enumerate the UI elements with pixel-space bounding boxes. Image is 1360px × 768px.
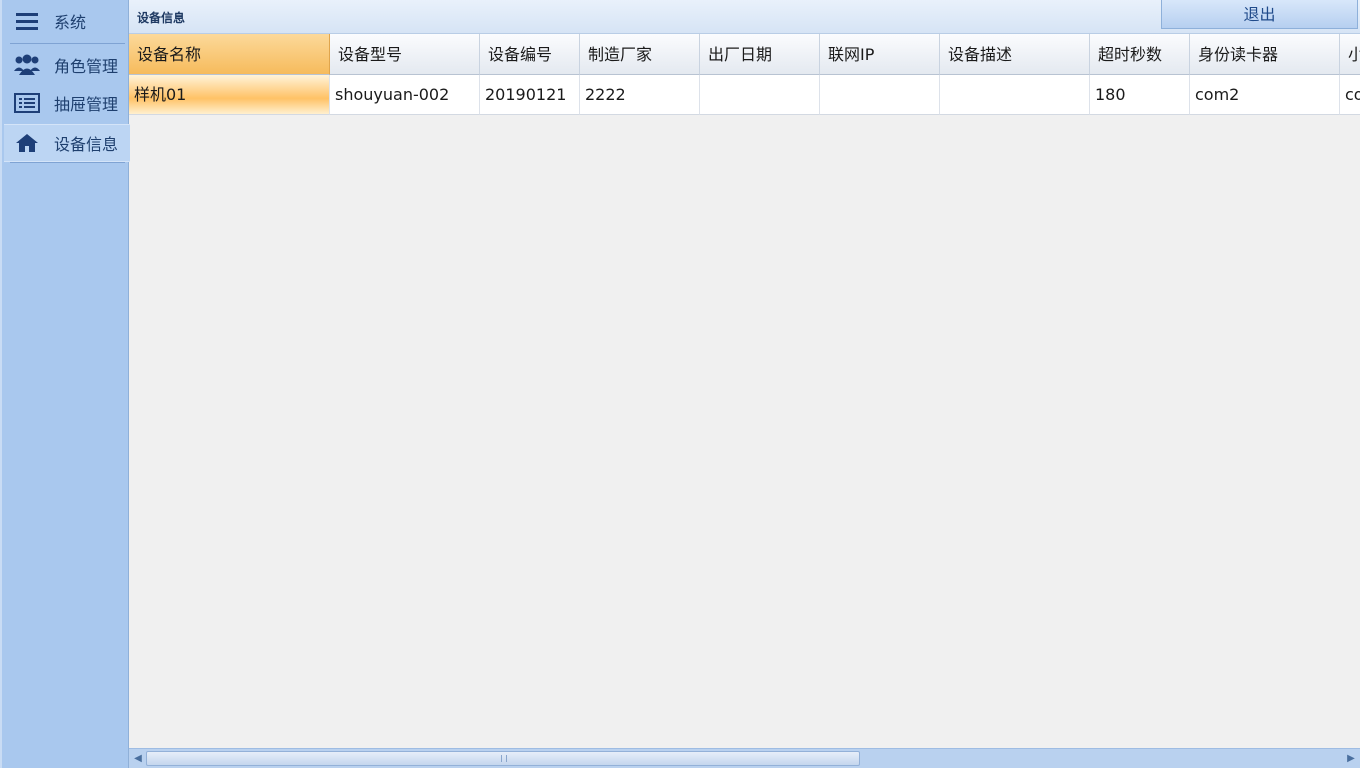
column-header-manufacturer[interactable]: 制造厂家: [580, 34, 700, 75]
sidebar-item-label: 抽屉管理: [54, 95, 119, 114]
table-row[interactable]: 样机01 shouyuan-002 20190121 2222 180 com2…: [129, 75, 1360, 115]
grip-icon: [501, 755, 507, 762]
table-cell[interactable]: 2222: [580, 75, 700, 115]
table-header-row: 设备名称 设备型号 设备编号 制造厂家 出厂日期 联网IP 设备描述 超时秒数 …: [129, 34, 1360, 75]
page-title: 设备信息: [137, 11, 186, 25]
sidebar-item-label: 角色管理: [54, 57, 119, 76]
table-cell[interactable]: [820, 75, 940, 115]
horizontal-scrollbar[interactable]: ◀ ▶: [129, 748, 1360, 768]
sidebar-item-label: 设备信息: [54, 135, 119, 154]
table-cell[interactable]: shouyuan-002: [330, 75, 480, 115]
header-bar: 设备信息 退出: [129, 0, 1360, 34]
users-icon: [13, 51, 41, 79]
column-header-description[interactable]: 设备描述: [940, 34, 1090, 75]
sidebar-item-system[interactable]: 系统: [4, 2, 130, 40]
table-cell[interactable]: 20190121: [480, 75, 580, 115]
home-icon: [13, 129, 41, 157]
column-header-truncated[interactable]: 小: [1340, 34, 1360, 75]
column-header-device-name[interactable]: 设备名称: [129, 34, 330, 75]
sidebar-item-drawer-management[interactable]: 抽屉管理: [4, 84, 130, 122]
sidebar-item-label: 系统: [54, 13, 87, 32]
scroll-right-arrow-icon[interactable]: ▶: [1346, 753, 1356, 765]
sidebar-item-role-management[interactable]: 角色管理: [4, 46, 130, 84]
table-cell[interactable]: com2: [1190, 75, 1340, 115]
menu-icon: [13, 7, 41, 35]
column-header-device-model[interactable]: 设备型号: [330, 34, 480, 75]
column-header-factory-date[interactable]: 出厂日期: [700, 34, 820, 75]
column-header-device-number[interactable]: 设备编号: [480, 34, 580, 75]
sidebar-divider: [10, 162, 125, 163]
table-cell[interactable]: co: [1340, 75, 1360, 115]
exit-button[interactable]: 退出: [1161, 0, 1358, 29]
scrollbar-thumb[interactable]: [146, 751, 860, 766]
sidebar-item-device-info[interactable]: 设备信息: [4, 124, 130, 162]
table-cell[interactable]: [940, 75, 1090, 115]
scroll-left-arrow-icon[interactable]: ◀: [133, 753, 143, 765]
sidebar-divider: [10, 43, 125, 44]
table-cell[interactable]: 样机01: [129, 75, 330, 115]
sidebar: 系统 角色管理 抽屉管理 设备信息: [0, 0, 130, 768]
column-header-id-card-reader[interactable]: 身份读卡器: [1190, 34, 1340, 75]
column-header-timeout-seconds[interactable]: 超时秒数: [1090, 34, 1190, 75]
table-cell[interactable]: [700, 75, 820, 115]
table-cell[interactable]: 180: [1090, 75, 1190, 115]
list-icon: [13, 89, 41, 117]
column-header-network-ip[interactable]: 联网IP: [820, 34, 940, 75]
